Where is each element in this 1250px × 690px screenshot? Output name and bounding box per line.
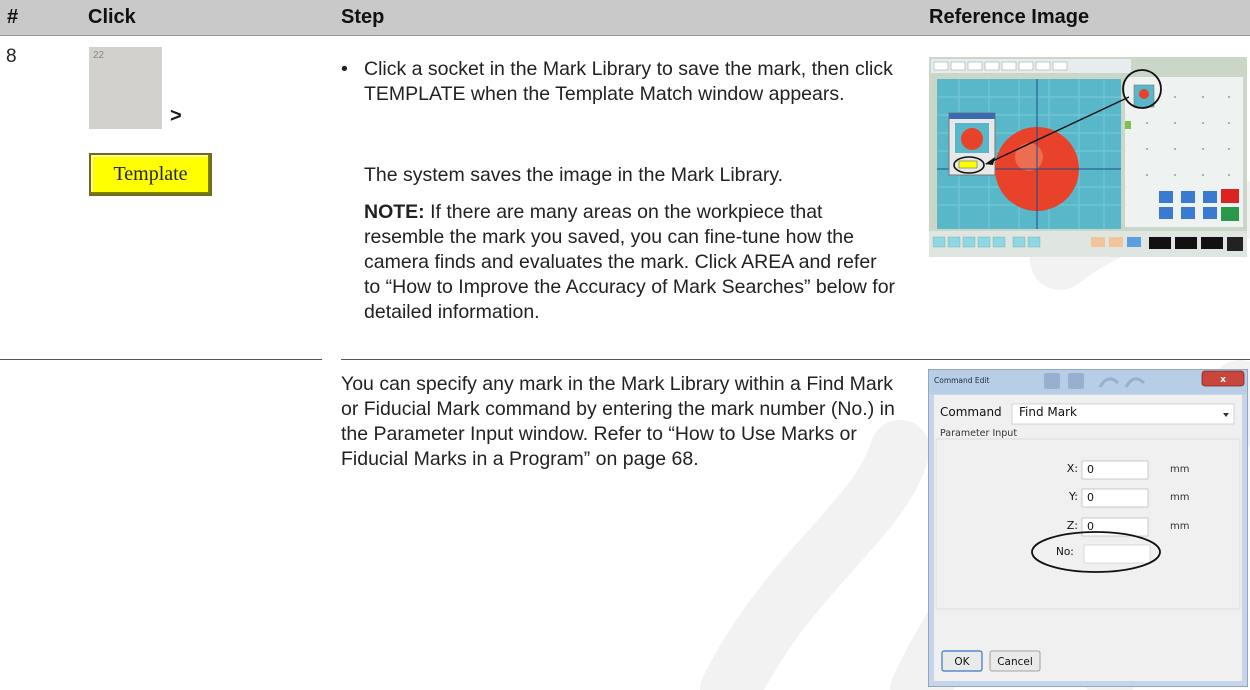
z-unit: mm [1170,521,1189,532]
y-label: Y: [1068,490,1078,503]
bullet-icon: • [341,58,348,80]
x-value: 0 [1087,463,1094,476]
reference-image-camera-screen [929,57,1247,257]
row-divider-left [0,359,322,360]
note-label: NOTE: [364,201,425,223]
socket-number: 22 [93,50,105,61]
table-header: # Click Step Reference Image [0,0,1250,36]
bullet-text: Click a socket in the Mark Library to sa… [364,58,893,105]
command-label: Command [940,405,1002,419]
y-value: 0 [1087,491,1094,504]
column-header-reference-image: Reference Image [929,6,1090,28]
no-label: No: [1056,546,1074,558]
close-glyph: x [1220,375,1226,385]
x-label: X: [1067,462,1078,475]
template-button[interactable]: Template [89,153,212,196]
mark-library-socket[interactable]: 22 [89,47,162,129]
dialog-title: Command Edit [934,376,990,385]
column-header-click: Click [88,6,136,28]
column-header-number: # [7,6,19,28]
step-paragraph-2: You can specify any mark in the Mark Lib… [341,373,895,470]
row-divider-right [341,359,1250,360]
parameter-input-label: Parameter Input [940,428,1017,439]
y-unit: mm [1170,492,1189,503]
column-header-step: Step [341,6,385,28]
z-value: 0 [1087,520,1094,533]
ok-label: OK [954,656,970,668]
next-arrow: > [170,105,182,127]
command-value: Find Mark [1019,405,1077,419]
no-field[interactable] [1083,544,1151,564]
x-unit: mm [1170,464,1189,475]
step-bullet: • Click a socket in the Mark Library to … [341,57,896,107]
z-label: Z: [1067,519,1078,532]
step-number: 8 [6,46,17,67]
reference-image-command-edit-dialog: Command Edit x Command Find Mark Paramet… [927,368,1249,688]
note-text: If there are many areas on the workpiece… [364,201,896,323]
cancel-label: Cancel [997,656,1033,668]
note-paragraph: NOTE: If there are many areas on the wor… [364,200,896,325]
step-paragraph: The system saves the image in the Mark L… [364,164,784,186]
